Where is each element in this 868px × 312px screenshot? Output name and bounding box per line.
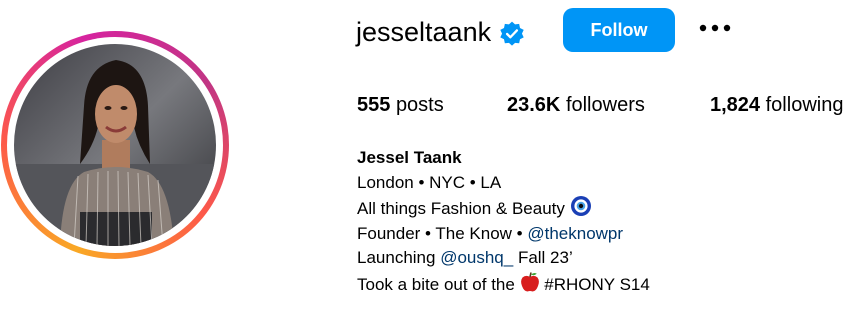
followers-stat[interactable]: 23.6K followers bbox=[507, 92, 645, 118]
posts-label: posts bbox=[395, 94, 444, 116]
bio-launching-suffix: Fall 23’ bbox=[513, 248, 573, 267]
following-stat[interactable]: 1,824 following bbox=[710, 92, 843, 118]
followers-count: 23.6K bbox=[507, 94, 561, 116]
nazar-evil-eye-icon bbox=[570, 196, 591, 216]
bio-line-founder: Founder • The Know • @theknowpr bbox=[357, 222, 650, 247]
bio-launching-text: Launching bbox=[357, 248, 441, 267]
following-label: following bbox=[765, 94, 844, 116]
bio-line-launching: Launching @oushq_ Fall 23’ bbox=[357, 246, 650, 271]
oushq-link[interactable]: @oushq_ bbox=[440, 248, 513, 267]
bio-line-rhony: Took a bite out of the #RHONY S14 bbox=[357, 271, 650, 298]
apple-icon bbox=[520, 271, 539, 291]
posts-count: 555 bbox=[357, 94, 391, 116]
following-count: 1,824 bbox=[710, 94, 761, 116]
bio-line-interests: All things Fashion & Beauty bbox=[357, 195, 650, 222]
profile-photo bbox=[14, 44, 216, 246]
verified-badge-icon bbox=[500, 21, 524, 46]
bio-rhony-suffix: #RHONY S14 bbox=[539, 274, 650, 294]
more-options-icon[interactable] bbox=[697, 18, 735, 38]
username: jesseltaank bbox=[356, 17, 492, 47]
avatar-story-ring[interactable] bbox=[1, 31, 229, 259]
bio-interests-text: All things Fashion & Beauty bbox=[357, 199, 565, 218]
theknowpr-link[interactable]: @theknowpr bbox=[527, 224, 623, 243]
bio-line-locations: London • NYC • LA bbox=[357, 172, 502, 192]
bio-founder-text: Founder • The Know • bbox=[357, 223, 528, 243]
bio-full-name: Jessel Taank bbox=[357, 148, 462, 167]
bio: Jessel Taank London • NYC • LA All thing… bbox=[357, 146, 650, 297]
avatar[interactable] bbox=[14, 44, 216, 246]
posts-stat: 555 posts bbox=[357, 92, 444, 118]
follow-button[interactable]: Follow bbox=[563, 8, 675, 52]
followers-label: followers bbox=[565, 94, 645, 116]
bio-rhony-text: Took a bite out of the bbox=[357, 274, 515, 294]
